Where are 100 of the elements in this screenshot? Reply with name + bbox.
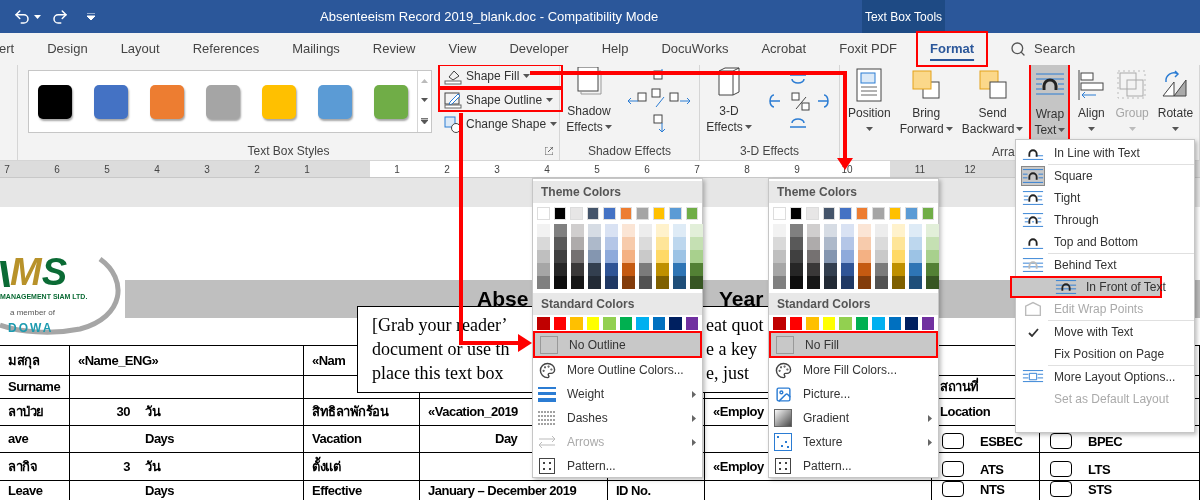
ruler-number: 3 (493, 162, 501, 177)
table-cell-text: ตั้งแต่ (311, 456, 340, 476)
menu-item[interactable]: No Fill (769, 331, 938, 358)
checkbox-label: ESBEC (980, 432, 1023, 451)
table-cell-text: «Name_ENG» (77, 351, 159, 370)
menu-item[interactable]: Top and Bottom (1016, 231, 1194, 253)
table-cell-text: Effective (311, 481, 362, 500)
ribbon-tab[interactable]: DocuWorks (647, 31, 743, 67)
group-label: Shadow Effects (587, 143, 672, 160)
menu-item[interactable]: Pattern... (769, 454, 938, 478)
group-label: Text Box Styles (247, 143, 330, 160)
menu-item[interactable]: Behind Text (1016, 254, 1194, 276)
table-cell-text: สิทธิลาพักร้อน (311, 403, 388, 422)
ruler-number: 5 (593, 162, 601, 177)
ribbon-tab[interactable]: Layout (106, 31, 174, 67)
text-box-line: place this text box (372, 362, 504, 385)
table-cell-text: ลากิจ (7, 457, 37, 476)
menu-item[interactable]: Fix Position on Page (1016, 343, 1194, 365)
table-cell-text: Surname (7, 378, 61, 397)
table-cell-text: Days (144, 481, 175, 500)
logo-letter: M (10, 255, 42, 289)
shape-command-button[interactable]: Shape Outline (438, 88, 564, 112)
shape-command-button[interactable]: Shape Fill (438, 64, 564, 88)
menu-item: Arrows (533, 430, 702, 454)
search-field[interactable]: Search (1034, 39, 1125, 59)
menu-item[interactable]: Move with Text (1016, 321, 1194, 343)
arrange-button[interactable]: Bring Forward (896, 65, 956, 143)
arrange-button[interactable]: Position (845, 65, 894, 143)
ribbon-tab[interactable]: Foxit PDF (825, 31, 911, 67)
table-cell-text: ลาป่วย (7, 403, 44, 422)
menu-item[interactable]: In Line with Text (1016, 142, 1194, 164)
table-cell-text: 3 (122, 457, 130, 476)
table-cell-text: «Nam (311, 351, 346, 370)
table-cell-text: «Employ (712, 403, 764, 422)
ruler-number: 4 (543, 162, 551, 177)
ribbon-tab[interactable]: Format (916, 31, 989, 67)
logo-parent-name: DOWA (7, 319, 55, 337)
table-cell-text: January – December 2019 (427, 481, 577, 500)
ruler-number: 2 (253, 162, 261, 177)
ribbon-tab[interactable]: Review (358, 31, 430, 67)
group-label: 3-D Effects (739, 143, 800, 160)
ruler-number: 1 (303, 162, 311, 177)
arrange-button[interactable]: Align (1073, 65, 1110, 143)
ruler-number: 6 (53, 162, 61, 177)
ruler-number: 1 (393, 162, 401, 177)
table-cell-text: Location (939, 403, 991, 422)
menu-item: Edit Wrap Points (1016, 298, 1194, 320)
arrange-button[interactable]: Rotate (1154, 65, 1197, 143)
menu-heading: Theme Colors (769, 181, 938, 203)
ruler-number: 5 (103, 162, 111, 177)
menu-item: Set as Default Layout (1053, 391, 1170, 408)
ruler-number: 7 (3, 162, 11, 177)
menu-item[interactable]: No Outline (533, 331, 702, 358)
table-cell-text: สถานที่ (939, 377, 979, 397)
ribbon-tab[interactable]: Developer (495, 31, 583, 67)
ruler-number: 2 (443, 162, 451, 177)
table-cell-text: «Vacation_2019 (427, 403, 518, 422)
table-cell-text: วัน (145, 457, 160, 476)
table-cell-text: ave (7, 430, 29, 449)
ribbon-tab[interactable]: Help (587, 31, 643, 67)
table-cell-text: Vacation (311, 430, 362, 449)
menu-item[interactable]: Tight (1016, 187, 1194, 209)
ribbon-tab[interactable]: ert (0, 31, 29, 67)
checkbox-label: ATS (980, 460, 1004, 479)
menu-item[interactable]: More Outline Colors... (533, 358, 702, 382)
menu-item[interactable]: Pattern... (533, 454, 702, 478)
table-cell-text: วัน (145, 403, 160, 422)
text-box-line: e a key (706, 338, 757, 361)
checkbox-label: STS (1088, 480, 1112, 499)
table-cell-text: Day (494, 430, 518, 449)
menu-item[interactable]: Square (1016, 165, 1194, 187)
ribbon-tab[interactable]: Mailings (278, 31, 354, 67)
text-box-line: eat quot (706, 314, 764, 337)
window-title: Absenteeism Record 2019_blank.doc - Compatibility Mode (320, 7, 659, 26)
ruler-number: 9 (793, 162, 801, 177)
menu-item[interactable]: Texture (769, 430, 938, 454)
text-box-line: e, just (706, 362, 749, 385)
ruler-number: 11 (913, 162, 927, 177)
menu-item[interactable]: More Layout Options... (1016, 366, 1194, 388)
ribbon-tab[interactable]: View (434, 31, 491, 67)
arrange-button[interactable]: Send Backward (958, 65, 1027, 143)
ribbon-tab[interactable]: Acrobat (747, 31, 821, 67)
menu-heading: Standard Colors (533, 293, 702, 315)
menu-heading: Standard Colors (769, 293, 938, 315)
ruler-number: 7 (693, 162, 701, 177)
logo-letter: S (41, 255, 67, 289)
table-cell-text: Days (144, 430, 175, 449)
ribbon-tab[interactable]: References (178, 31, 274, 67)
context-tab-label: Text Box Tools (862, 0, 945, 33)
ruler-number: 6 (643, 162, 651, 177)
checkbox-label: BPEC (1088, 432, 1123, 451)
menu-item[interactable]: Through (1016, 209, 1194, 231)
table-cell-text: มสกุล (7, 351, 39, 371)
menu-item[interactable]: Dashes (533, 406, 702, 430)
menu-item[interactable]: Gradient (769, 406, 938, 430)
3d-effects-button[interactable]: 3-D Effects (700, 65, 758, 135)
ruler-number: 8 (743, 162, 751, 177)
menu-heading: Theme Colors (533, 181, 702, 203)
ruler-number: 12 (963, 162, 977, 177)
ribbon-tab[interactable]: Design (33, 31, 102, 67)
